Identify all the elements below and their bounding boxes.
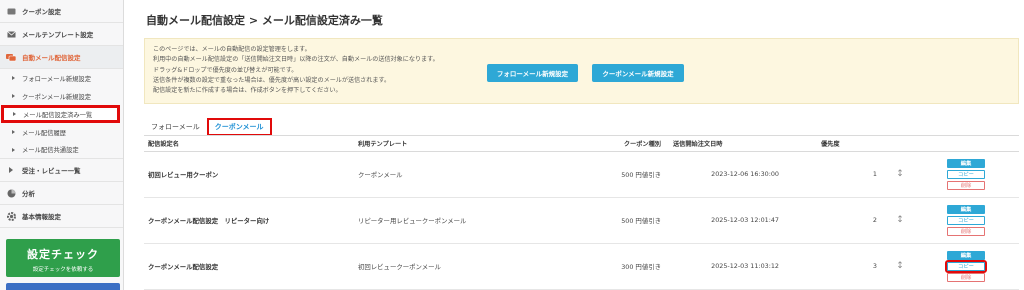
cell-coupon: 300 円値引き xyxy=(559,243,669,290)
copy-button[interactable]: コピー xyxy=(947,215,985,225)
cell-template: 初回レビュークーポンメール xyxy=(354,243,559,290)
col-header-name: 配信設定名 xyxy=(144,137,354,152)
notice-text: このページでは、メールの自動配信の設定管理をします。 利用中の自動メール配信設定… xyxy=(153,45,439,96)
sidebar-item-label: メールテンプレート設定 xyxy=(22,31,94,39)
follow-mail-new-button[interactable]: フォローメール新規設定 xyxy=(487,64,578,82)
cell-actions: 編集 コピー 削除 xyxy=(909,151,1019,198)
edit-button[interactable]: 編集 xyxy=(947,250,985,260)
sidebar-item-orders[interactable]: 受注・レビュー一覧 xyxy=(0,159,123,182)
sidebar-item-label: 自動メール配信設定 xyxy=(22,54,81,62)
drag-handle[interactable]: ↕ xyxy=(887,243,909,290)
cell-template: リピーター用レビュークーポンメール xyxy=(354,197,559,244)
caret-right-icon xyxy=(6,165,16,175)
tab-divider xyxy=(144,135,1019,136)
cell-priority: 3 xyxy=(817,243,887,290)
cell-coupon: 500 円値引き xyxy=(559,151,669,198)
notice-line: ドラッグ&ドロップで優先度の並び替えが可能です。 xyxy=(153,66,298,74)
sidebar-item-label: クーポン設定 xyxy=(22,8,61,16)
sidebar-item-basic-settings[interactable]: 基本情報設定 xyxy=(0,205,123,228)
notice-line: 配信設定を新たに作成する場合は、作成ボタンを押下してください。 xyxy=(153,87,342,95)
col-header-actions xyxy=(909,137,1019,152)
sort-arrows-icon: ↕ xyxy=(896,169,904,179)
col-header-priority: 優先度 xyxy=(817,137,887,152)
table-row[interactable]: クーポンメール配信設定 リピーター向け リピーター用レビュークーポンメール 50… xyxy=(144,197,1019,244)
notice-line: 送信条件が複数の設定で重なった場合は、優先度が高い設定のメールが送信されます。 xyxy=(153,76,391,84)
notice-box: このページでは、メールの自動配信の設定管理をします。 利用中の自動メール配信設定… xyxy=(144,38,1019,104)
copy-button[interactable]: コピー xyxy=(945,259,987,273)
col-header-date: 送信開始注文日時 xyxy=(669,137,817,152)
cell-priority: 1 xyxy=(817,151,887,198)
cell-template: クーポンメール xyxy=(354,151,559,198)
settings-table: 配信設定名 利用テンプレート クーポン種別 送信開始注文日時 優先度 初回レビュ… xyxy=(144,137,1019,290)
sidebar-item-label: 受注・レビュー一覧 xyxy=(22,167,81,175)
table-row[interactable]: クーポンメール配信設定 初回レビュークーポンメール 300 円値引き 2025-… xyxy=(144,243,1019,290)
edit-button[interactable]: 編集 xyxy=(947,204,985,214)
col-header-template: 利用テンプレート xyxy=(354,137,559,152)
cell-name: クーポンメール配信設定 リピーター向け xyxy=(144,197,354,244)
tab-coupon-mail[interactable]: クーポンメール xyxy=(206,118,272,136)
caret-right-icon xyxy=(12,147,15,152)
delete-button[interactable]: 削除 xyxy=(947,180,985,190)
sidebar-bottom-banner[interactable] xyxy=(6,283,120,290)
cell-date: 2025-12-03 12:01:47 xyxy=(669,197,817,244)
sidebar-sub-label: メール配信履歴 xyxy=(22,129,67,137)
cell-actions: 編集 コピー 削除 xyxy=(909,197,1019,244)
main-content: 自動メール配信設定 > メール配信設定済み一覧 このページでは、メールの自動配信… xyxy=(124,0,1024,290)
settings-check-title: 設定チェック xyxy=(27,248,99,261)
sort-arrows-icon: ↕ xyxy=(896,261,904,271)
caret-right-icon xyxy=(12,94,15,98)
table-row[interactable]: 初回レビュー用クーポン クーポンメール 500 円値引き 2023-12-06 … xyxy=(144,151,1019,198)
delete-button[interactable]: 削除 xyxy=(947,272,985,282)
sidebar: クーポン設定 メールテンプレート設定 自動メール配信設定 フォローメール新規設定… xyxy=(0,0,124,290)
sidebar-item-analysis[interactable]: 分析 xyxy=(0,182,123,205)
sidebar-sub-label: メール配信設定済み一覧 xyxy=(23,111,93,119)
table-header-row: 配信設定名 利用テンプレート クーポン種別 送信開始注文日時 優先度 xyxy=(144,137,1019,152)
sidebar-sub-label: クーポンメール新規設定 xyxy=(22,93,92,101)
sidebar-item-label: 分析 xyxy=(22,190,35,198)
tab-bar: フォローメール クーポンメール xyxy=(144,118,272,136)
page-title: 自動メール配信設定 > メール配信設定済み一覧 xyxy=(146,14,383,27)
drag-handle[interactable]: ↕ xyxy=(887,197,909,244)
cell-date: 2023-12-06 16:30:00 xyxy=(669,151,817,198)
coupon-mail-new-button[interactable]: クーポンメール新規設定 xyxy=(592,64,684,82)
sidebar-sub-label: フォローメール新規設定 xyxy=(22,75,92,83)
notice-line: 利用中の自動メール配信設定の「送信開始注文日時」以降の注文が、自動メールの送信対… xyxy=(153,56,439,64)
cell-coupon: 500 円値引き xyxy=(559,197,669,244)
sort-arrows-icon: ↕ xyxy=(896,215,904,225)
sidebar-sub-label: メール配信共通設定 xyxy=(22,147,79,154)
cell-date: 2025-12-03 11:03:12 xyxy=(669,243,817,290)
sidebar-item-coupon[interactable]: クーポン設定 xyxy=(0,0,123,23)
edit-button[interactable]: 編集 xyxy=(947,158,985,168)
tab-follow-mail[interactable]: フォローメール xyxy=(144,118,207,136)
delete-button[interactable]: 削除 xyxy=(947,226,985,236)
caret-right-icon xyxy=(13,112,16,116)
sidebar-item-auto-mail[interactable]: 自動メール配信設定 xyxy=(0,46,123,69)
drag-handle[interactable]: ↕ xyxy=(887,151,909,198)
cell-name: 初回レビュー用クーポン xyxy=(144,151,354,198)
notice-line: このページでは、メールの自動配信の設定管理をします。 xyxy=(153,46,311,53)
sidebar-sub-follow-new[interactable]: フォローメール新規設定 xyxy=(0,69,123,87)
sidebar-item-mail-template[interactable]: メールテンプレート設定 xyxy=(0,23,123,46)
coupon-icon xyxy=(6,6,16,16)
pie-chart-icon xyxy=(6,188,16,198)
cell-name: クーポンメール配信設定 xyxy=(144,243,354,290)
col-header-sort xyxy=(887,137,909,152)
sidebar-item-label: 基本情報設定 xyxy=(22,213,61,221)
sidebar-sub-coupon-new[interactable]: クーポンメール新規設定 xyxy=(0,87,123,105)
mail-icon xyxy=(6,29,16,39)
gear-icon xyxy=(6,211,16,221)
caret-right-icon xyxy=(12,130,15,134)
auto-mail-icon xyxy=(6,52,16,62)
settings-check-subtitle: 設定チェックを依頼する xyxy=(32,267,94,273)
copy-button[interactable]: コピー xyxy=(947,169,985,179)
sidebar-sub-common[interactable]: メール配信共通設定 xyxy=(0,141,123,159)
caret-right-icon xyxy=(12,76,15,80)
sidebar-sub-configured-list[interactable]: メール配信設定済み一覧 xyxy=(1,105,120,123)
cell-actions: 編集 コピー 削除 xyxy=(909,243,1019,290)
settings-check-button[interactable]: 設定チェック 設定チェックを依頼する xyxy=(6,239,120,277)
cell-priority: 2 xyxy=(817,197,887,244)
sidebar-sub-history[interactable]: メール配信履歴 xyxy=(0,123,123,141)
col-header-coupon: クーポン種別 xyxy=(559,137,669,152)
